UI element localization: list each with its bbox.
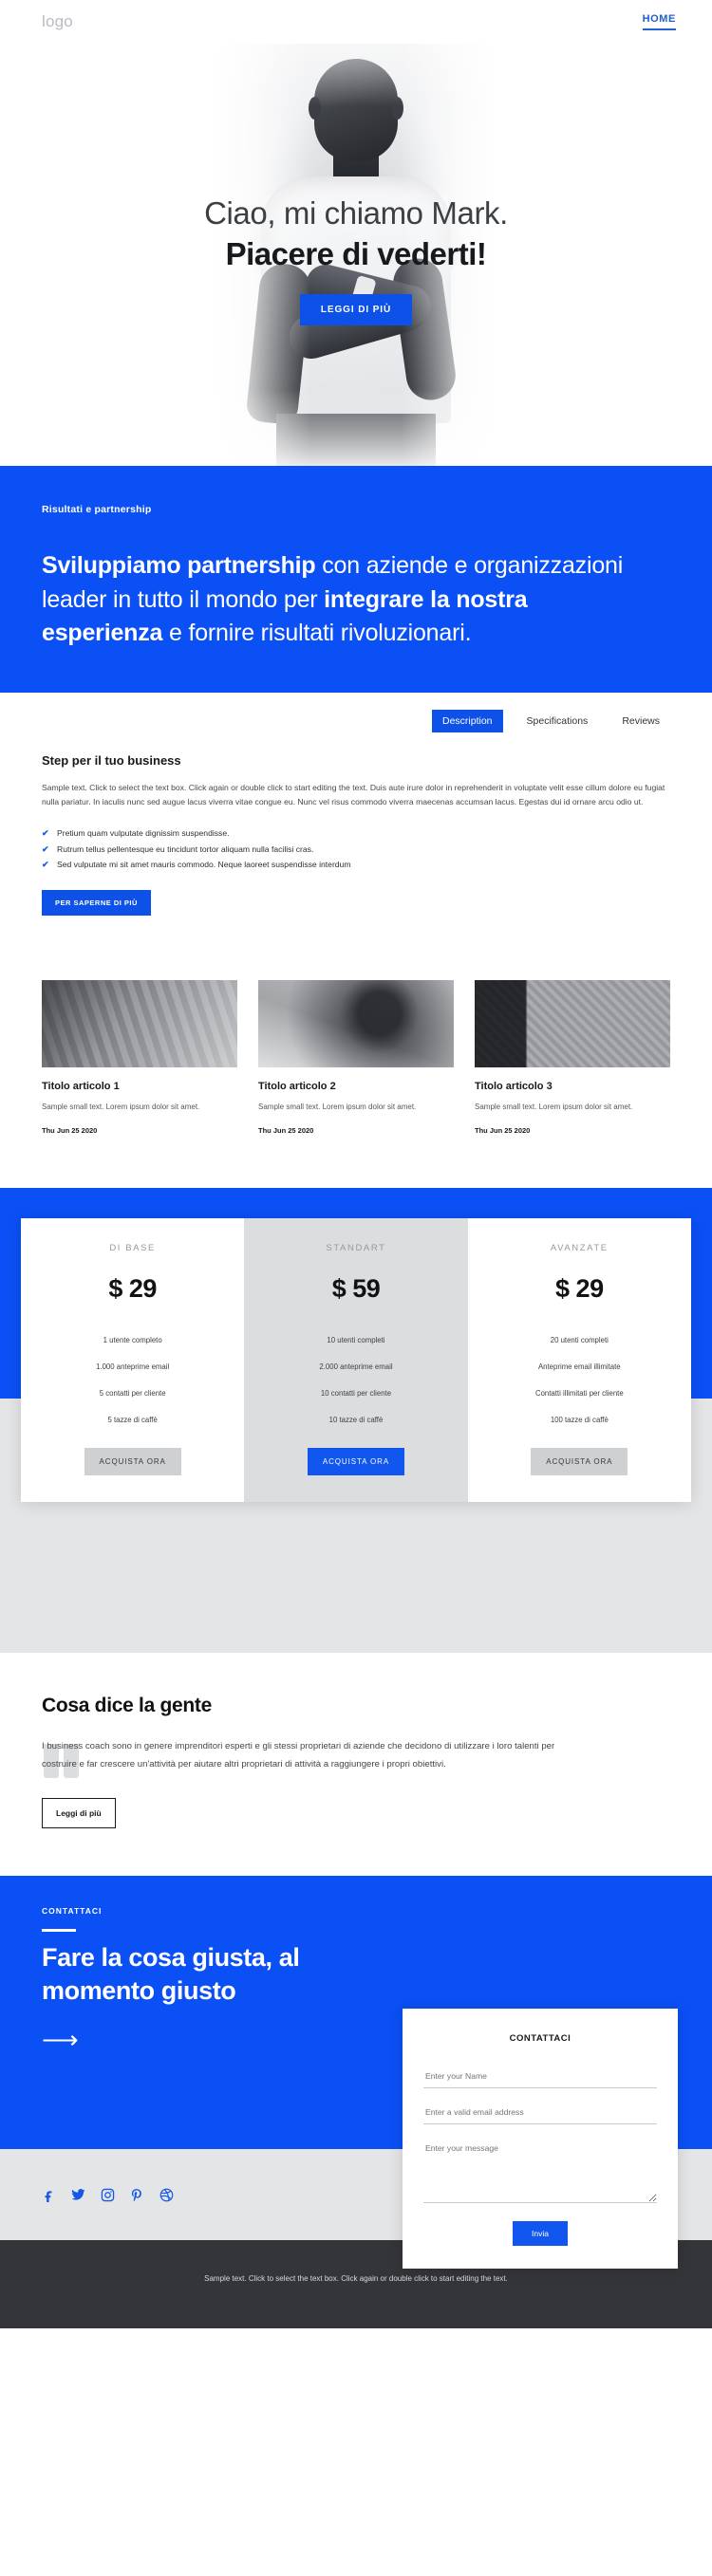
plan-name: AVANZATE bbox=[550, 1242, 609, 1253]
send-button[interactable]: Invia bbox=[513, 2221, 568, 2247]
tab-specifications[interactable]: Specifications bbox=[516, 710, 599, 732]
main-navigation: HOME bbox=[642, 13, 676, 30]
article-date: Thu Jun 25 2020 bbox=[475, 1125, 531, 1135]
footer-text: Sample text. Click to select the text bo… bbox=[204, 2274, 508, 2284]
article-excerpt: Sample small text. Lorem ipsum dolor sit… bbox=[475, 1102, 633, 1111]
twitter-icon[interactable] bbox=[71, 2188, 85, 2202]
contact-section: CONTATTACI Fare la cosa giusta, al momen… bbox=[0, 1876, 712, 2270]
article-title: Titolo articolo 2 bbox=[258, 1080, 336, 1092]
contact-kicker: CONTATTACI bbox=[42, 1906, 103, 1917]
partnership-kicker: Risultati e partnership bbox=[42, 504, 152, 515]
checklist-item: ✔ Sed vulputate mi sit amet mauris commod… bbox=[42, 857, 670, 872]
description-title: Step per il tuo business bbox=[42, 752, 181, 768]
plan-feature: Contatti illimitati per cliente bbox=[534, 1388, 624, 1398]
plan-feature: 2.000 anteprime email bbox=[319, 1362, 393, 1371]
plan-name: DI BASE bbox=[109, 1242, 156, 1253]
arrow-right-icon[interactable]: ⟶ bbox=[42, 2028, 79, 2053]
partnership-section: Risultati e partnership Sviluppiamo part… bbox=[0, 466, 712, 693]
pinterest-icon[interactable] bbox=[130, 2188, 144, 2202]
description-body: Sample text. Click to select the text bo… bbox=[42, 782, 665, 807]
plan-feature: 1 utente completo bbox=[103, 1335, 162, 1344]
check-icon: ✔ bbox=[42, 828, 49, 839]
checklist-item-label: Sed vulputate mi sit amet mauris commodo… bbox=[57, 860, 351, 870]
buy-now-button-advanced[interactable]: ACQUISTA ORA bbox=[531, 1447, 628, 1475]
check-icon: ✔ bbox=[42, 860, 49, 870]
plan-price: $ 59 bbox=[331, 1273, 381, 1303]
checklist-item-label: Rutrum tellus pellentesque eu tincidunt … bbox=[57, 843, 314, 854]
email-field[interactable] bbox=[423, 2103, 657, 2125]
hero-headline-light: Ciao, mi chiamo Mark. bbox=[204, 195, 508, 231]
article-card[interactable]: Titolo articolo 1 Sample small text. Lor… bbox=[42, 979, 237, 1135]
checklist-item: ✔ Rutrum tellus pellentesque eu tincidunt… bbox=[42, 842, 670, 857]
plan-feature: 1.000 anteprime email bbox=[96, 1362, 170, 1371]
contact-heading: Fare la cosa giusta, al momento giusto bbox=[42, 1943, 300, 2005]
testimonial-section: Cosa dice la gente I business coach sono… bbox=[0, 1652, 712, 1877]
contact-form-title: CONTATTACI bbox=[509, 2033, 571, 2045]
learn-more-button[interactable]: PER SAPERNE DI PIÙ bbox=[42, 889, 151, 916]
hero-content: Ciao, mi chiamo Mark. Piacere di vederti… bbox=[0, 195, 712, 325]
contact-submit-row: Invia bbox=[423, 2221, 657, 2247]
page-root: logo HOME Ciao, mi chiamo Mark. Piacere … bbox=[0, 0, 712, 2329]
site-logo[interactable]: logo bbox=[42, 12, 73, 31]
instagram-icon[interactable] bbox=[101, 2188, 115, 2202]
article-title: Titolo articolo 3 bbox=[475, 1080, 553, 1092]
dribbble-icon[interactable] bbox=[159, 2188, 174, 2202]
plan-price: $ 29 bbox=[555, 1273, 604, 1303]
description-section: Description Specifications Reviews Step … bbox=[0, 692, 712, 925]
checklist-item-label: Pretium quam vulputate dignissim suspend… bbox=[57, 828, 230, 839]
site-header: logo HOME bbox=[0, 0, 712, 44]
articles-section: Titolo articolo 1 Sample small text. Lor… bbox=[0, 924, 712, 1188]
name-field[interactable] bbox=[423, 2066, 657, 2089]
testimonial-quote: I business coach sono in genere imprendi… bbox=[42, 1740, 555, 1770]
facebook-icon[interactable] bbox=[42, 2188, 56, 2202]
plan-feature: 10 contatti per cliente bbox=[320, 1388, 392, 1398]
plan-feature: 10 tazze di caffè bbox=[328, 1415, 384, 1424]
plan-feature: 100 tazze di caffè bbox=[550, 1415, 609, 1424]
contact-form-card: CONTATTACI Invia bbox=[403, 2009, 678, 2270]
check-icon: ✔ bbox=[42, 843, 49, 854]
article-card[interactable]: Titolo articolo 3 Sample small text. Lor… bbox=[475, 979, 670, 1135]
pricing-card-standard: STANDART $ 59 10 utenti completi 2.000 a… bbox=[244, 1217, 468, 1502]
pricing-card-advanced: AVANZATE $ 29 20 utenti completi Antepri… bbox=[467, 1217, 691, 1502]
plan-feature: 5 contatti per cliente bbox=[99, 1388, 166, 1398]
contact-divider bbox=[42, 1929, 76, 1933]
plan-feature: 20 utenti completi bbox=[550, 1335, 609, 1344]
checklist-item: ✔ Pretium quam vulputate dignissim suspen… bbox=[42, 825, 670, 841]
article-image bbox=[258, 979, 454, 1067]
message-field[interactable] bbox=[423, 2139, 657, 2204]
article-image bbox=[42, 979, 237, 1067]
testimonial-title: Cosa dice la gente bbox=[42, 1694, 212, 1716]
article-date: Thu Jun 25 2020 bbox=[258, 1125, 314, 1135]
hero-section: Ciao, mi chiamo Mark. Piacere di vederti… bbox=[0, 44, 712, 466]
product-tabs: Description Specifications Reviews bbox=[42, 709, 670, 732]
plan-feature: Anteprime email illimitate bbox=[537, 1362, 621, 1371]
partnership-heading-normal-2: e fornire risultati rivoluzionari. bbox=[162, 620, 472, 646]
article-card[interactable]: Titolo articolo 2 Sample small text. Lor… bbox=[258, 979, 454, 1135]
nav-link-home[interactable]: HOME bbox=[642, 13, 676, 30]
plan-feature: 10 utenti completi bbox=[327, 1335, 385, 1344]
hero-headline-bold: Piacere di vederti! bbox=[225, 235, 487, 271]
plan-price: $ 29 bbox=[108, 1273, 157, 1303]
article-excerpt: Sample small text. Lorem ipsum dolor sit… bbox=[42, 1102, 200, 1111]
article-date: Thu Jun 25 2020 bbox=[42, 1125, 98, 1135]
pricing-card-basic: DI BASE $ 29 1 utente completo 1.000 ant… bbox=[21, 1217, 245, 1502]
testimonial-read-more-button[interactable]: Leggi di più bbox=[42, 1798, 116, 1829]
plan-feature: 5 tazze di caffè bbox=[107, 1415, 158, 1424]
tab-description[interactable]: Description bbox=[431, 709, 503, 732]
article-title: Titolo articolo 1 bbox=[42, 1080, 120, 1092]
article-image bbox=[475, 979, 670, 1067]
partnership-heading-bold-1: Sviluppiamo partnership bbox=[42, 552, 316, 579]
tab-reviews[interactable]: Reviews bbox=[611, 710, 670, 732]
buy-now-button-standard[interactable]: ACQUISTA ORA bbox=[307, 1447, 405, 1475]
buy-now-button-basic[interactable]: ACQUISTA ORA bbox=[84, 1447, 181, 1475]
pricing-cards: DI BASE $ 29 1 utente completo 1.000 ant… bbox=[21, 1217, 691, 1502]
plan-name: STANDART bbox=[326, 1242, 386, 1253]
article-excerpt: Sample small text. Lorem ipsum dolor sit… bbox=[258, 1102, 417, 1111]
hero-cta-button[interactable]: LEGGI DI PIÙ bbox=[299, 293, 413, 325]
pricing-section: DI BASE $ 29 1 utente completo 1.000 ant… bbox=[0, 1187, 712, 1653]
description-checklist: ✔ Pretium quam vulputate dignissim suspen… bbox=[42, 825, 670, 872]
partnership-heading: Sviluppiamo partnership con aziende e or… bbox=[42, 549, 649, 651]
